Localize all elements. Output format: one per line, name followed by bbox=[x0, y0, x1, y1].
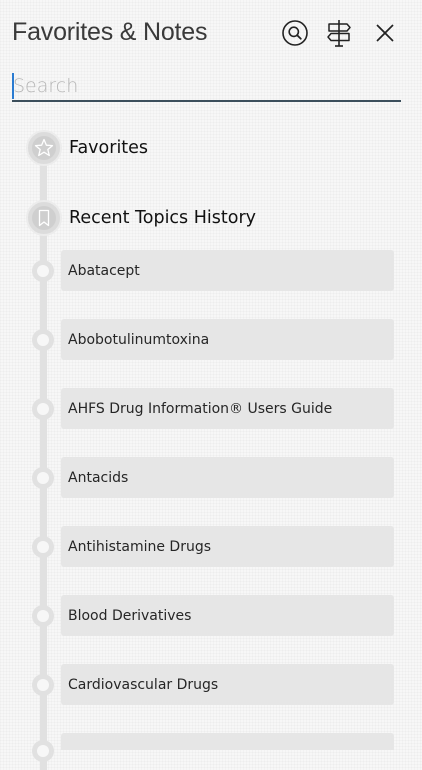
favorites-badge bbox=[26, 130, 62, 166]
recent-topic-item[interactable]: Abatacept bbox=[61, 250, 394, 291]
timeline-dot bbox=[32, 260, 54, 282]
timeline-dot bbox=[32, 674, 54, 696]
timeline-dot bbox=[32, 605, 54, 627]
close-icon bbox=[376, 24, 394, 42]
timeline-dot bbox=[32, 398, 54, 420]
search-circle-icon bbox=[282, 20, 308, 46]
recent-topic-item[interactable]: Antacids bbox=[61, 457, 394, 498]
signpost-icon bbox=[327, 20, 351, 47]
bookmark-icon bbox=[32, 206, 56, 230]
timeline-dot bbox=[32, 467, 54, 489]
section-label-recent-topics: Recent Topics History bbox=[69, 208, 256, 228]
page-title: Favorites & Notes bbox=[12, 18, 208, 46]
search-field[interactable] bbox=[12, 72, 401, 102]
text-cursor bbox=[12, 73, 14, 99]
recent-topic-item[interactable]: AHFS Drug Information® Users Guide bbox=[61, 388, 394, 429]
close-button[interactable] bbox=[368, 16, 402, 50]
recent-topic-label: Abobotulinumtoxina bbox=[68, 331, 210, 348]
section-favorites[interactable]: Favorites bbox=[26, 130, 148, 166]
header-bar: Favorites & Notes bbox=[0, 0, 422, 64]
recent-topic-label: Antacids bbox=[68, 469, 129, 486]
recent-topic-label: Blood Derivatives bbox=[68, 607, 192, 624]
recent-topic-item[interactable]: Blood Derivatives bbox=[61, 595, 394, 636]
search-button[interactable] bbox=[278, 16, 312, 50]
recent-topics-badge bbox=[26, 200, 62, 236]
recent-topic-label: Cardiovascular Drugs bbox=[68, 676, 219, 693]
navigation-button[interactable] bbox=[322, 16, 356, 50]
timeline-dot bbox=[32, 740, 54, 762]
recent-topic-item[interactable]: Antihistamine Drugs bbox=[61, 526, 394, 567]
recent-topic-label: AHFS Drug Information® Users Guide bbox=[68, 400, 333, 417]
recent-topic-item-partial[interactable] bbox=[61, 733, 394, 750]
recent-topic-item[interactable]: Abobotulinumtoxina bbox=[61, 319, 394, 360]
section-recent-topics[interactable]: Recent Topics History bbox=[26, 200, 256, 236]
timeline-dot bbox=[32, 536, 54, 558]
search-input[interactable] bbox=[12, 72, 401, 100]
section-label-favorites: Favorites bbox=[69, 138, 149, 158]
recent-topic-item[interactable]: Cardiovascular Drugs bbox=[61, 664, 394, 705]
star-icon bbox=[32, 136, 56, 160]
recent-topic-label: Abatacept bbox=[68, 262, 140, 279]
recent-topic-label: Antihistamine Drugs bbox=[68, 538, 212, 555]
timeline-dot bbox=[32, 329, 54, 351]
